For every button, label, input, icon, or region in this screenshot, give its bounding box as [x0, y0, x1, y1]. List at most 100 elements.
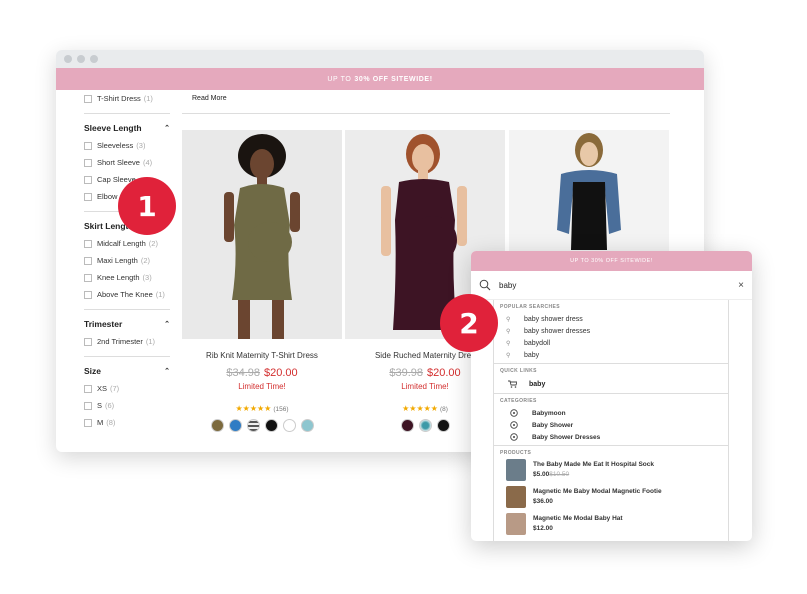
suggestion-label: baby shower dresses	[524, 327, 591, 335]
promo-banner[interactable]: UP TO 30% OFF SITEWIDE!	[471, 251, 752, 271]
star-rating[interactable]: ★★★★★ (156)	[182, 404, 342, 413]
filter-count: (6)	[105, 401, 115, 410]
filter-count: (1)	[145, 337, 156, 346]
checkbox[interactable]	[84, 418, 92, 427]
step-badge-1: 1	[118, 177, 176, 235]
chevron-up-icon[interactable]: ⌃	[164, 367, 170, 375]
suggestion-item[interactable]: ⚲ babydoll	[500, 337, 728, 349]
checkbox[interactable]	[84, 273, 92, 282]
color-swatch[interactable]	[228, 419, 242, 432]
checkbox[interactable]	[84, 141, 92, 150]
browser-chrome	[56, 50, 704, 68]
color-swatch[interactable]	[264, 419, 278, 432]
divider	[182, 113, 670, 114]
filter-option[interactable]: Knee Length (3)	[84, 269, 170, 286]
category-item[interactable]: Baby Shower	[500, 419, 728, 431]
product-suggestion[interactable]: Magnetic Me Modal Baby Hat $12.00	[500, 513, 728, 540]
checkbox[interactable]	[84, 175, 92, 184]
color-swatch[interactable]	[210, 419, 224, 432]
product-card[interactable]: Rib Knit Maternity T-Shirt Dress $34.98 $…	[182, 130, 342, 432]
search-bar: ×	[471, 271, 752, 300]
color-swatch[interactable]	[282, 419, 296, 432]
filter-option[interactable]: T-Shirt Dress (1)	[84, 90, 170, 107]
model-photo	[224, 134, 300, 339]
color-swatches	[182, 419, 342, 432]
filter-count: (8)	[106, 418, 116, 427]
filter-option[interactable]: M (8)	[84, 414, 170, 431]
filter-sidebar: T-Shirt Dress (1) Sleeve Length ⌃ Sleeve…	[84, 90, 170, 431]
divider	[84, 309, 170, 310]
section-header: POPULAR SEARCHES	[500, 304, 561, 310]
category-item[interactable]: Baby Shower Dresses	[500, 431, 728, 443]
category-item[interactable]: Babymoon	[500, 407, 728, 419]
window-maximize-dot[interactable]	[90, 55, 98, 63]
window-minimize-dot[interactable]	[77, 55, 85, 63]
filter-count: (3)	[136, 141, 146, 150]
section-header: PRODUCTS	[500, 450, 532, 456]
product-name[interactable]: Rib Knit Maternity T-Shirt Dress	[182, 351, 342, 360]
checkbox[interactable]	[84, 239, 92, 248]
close-icon[interactable]: ×	[738, 280, 744, 291]
original-price: $39.98	[389, 367, 423, 379]
color-swatch[interactable]	[418, 419, 432, 432]
filter-option[interactable]: S (6)	[84, 397, 170, 414]
checkbox[interactable]	[84, 401, 92, 410]
filter-option[interactable]: Maxi Length (2)	[84, 252, 170, 269]
suggestion-label: baby shower dress	[524, 315, 583, 323]
filter-count: (1)	[155, 290, 165, 299]
product-suggestion[interactable]: Magnetic Me Baby Modal Magnetic Footie $…	[500, 486, 728, 513]
filter-label: XS	[97, 384, 108, 393]
checkbox[interactable]	[84, 384, 92, 393]
search-icon: ⚲	[506, 352, 511, 359]
stars-icon: ★★★★★	[235, 404, 272, 413]
color-swatch[interactable]	[436, 419, 450, 432]
chevron-up-icon[interactable]: ⌃	[164, 320, 170, 328]
product-suggestion[interactable]: The Baby Made Me Eat It Hospital Sock $5…	[500, 459, 728, 486]
filter-option[interactable]: 2nd Trimester (1)	[84, 333, 170, 350]
color-swatch[interactable]	[300, 419, 314, 432]
filter-label: Short Sleeve	[97, 158, 140, 167]
checkbox[interactable]	[84, 94, 92, 103]
filter-label: Midcalf Length	[97, 239, 146, 248]
product-thumbnail	[506, 513, 526, 535]
tag-icon	[510, 409, 518, 417]
window-close-dot[interactable]	[64, 55, 72, 63]
category-label: Baby Shower Dresses	[532, 433, 601, 441]
quick-link-item[interactable]: baby	[500, 377, 728, 391]
filter-option[interactable]: XS (7)	[84, 380, 170, 397]
filter-option[interactable]: Above The Knee (1)	[84, 286, 170, 303]
checkbox[interactable]	[84, 192, 92, 201]
filter-option[interactable]: Sleeveless (3)	[84, 137, 170, 154]
filter-option[interactable]: Short Sleeve (4)	[84, 154, 170, 171]
color-swatch[interactable]	[246, 419, 260, 432]
filter-section-trimester[interactable]: Trimester ⌃	[84, 315, 170, 333]
read-more-link[interactable]: Read More	[192, 95, 227, 102]
section-title: Size	[84, 366, 102, 376]
suggestion-item[interactable]: ⚲ baby shower dresses	[500, 325, 728, 337]
search-input[interactable]	[499, 280, 699, 290]
checkbox[interactable]	[84, 290, 92, 299]
checkbox[interactable]	[84, 337, 92, 346]
filter-section-size[interactable]: Size ⌃	[84, 362, 170, 380]
filter-label: M	[97, 418, 104, 427]
chevron-up-icon[interactable]: ⌃	[164, 124, 170, 132]
search-icon[interactable]	[479, 279, 491, 291]
product-image[interactable]	[182, 130, 342, 339]
tag-icon	[510, 433, 518, 441]
filter-section-sleeve-length[interactable]: Sleeve Length ⌃	[84, 119, 170, 137]
product-name: The Baby Made Me Eat It Hospital Sock	[533, 461, 654, 468]
color-swatch[interactable]	[400, 419, 414, 432]
checkbox[interactable]	[84, 256, 92, 265]
quick-link-label: baby	[529, 380, 546, 388]
promo-offer: 30% OFF SITEWIDE!	[354, 75, 433, 83]
stage: UP TO 30% OFF SITEWIDE! T-Shirt Dress (1…	[0, 0, 807, 594]
suggestion-item[interactable]: ⚲ baby shower dress	[500, 313, 728, 325]
suggestion-item[interactable]: ⚲ baby	[500, 349, 728, 361]
promo-banner[interactable]: UP TO 30% OFF SITEWIDE!	[56, 68, 704, 90]
tag-icon	[510, 421, 518, 429]
checkbox[interactable]	[84, 158, 92, 167]
filter-option[interactable]: Midcalf Length (2)	[84, 235, 170, 252]
product-price: $5.00	[533, 471, 550, 478]
search-icon: ⚲	[506, 328, 511, 335]
category-label: Baby Shower	[532, 421, 574, 429]
